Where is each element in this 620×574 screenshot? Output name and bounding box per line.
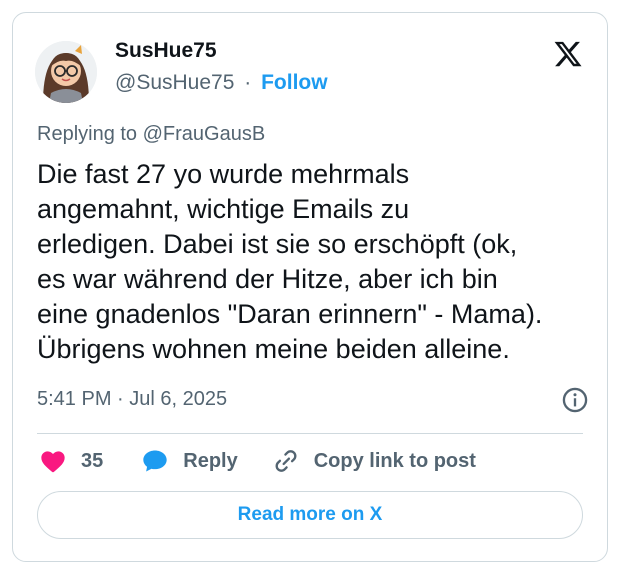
tweet-text-line: Übrigens wohnen meine beiden alleine. — [37, 334, 510, 364]
x-logo-icon[interactable] — [553, 39, 583, 69]
heart-icon — [41, 451, 65, 473]
separator-dot: · — [244, 71, 252, 94]
tweet-text-line: angemahnt, wichtige Emails zu — [37, 194, 410, 224]
copy-link-label: Copy link to post — [313, 449, 476, 472]
like-button[interactable]: 35 — [39, 447, 103, 475]
reply-label: Reply — [183, 449, 238, 472]
copy-link-button[interactable]: Copy link to post — [272, 447, 476, 475]
tweet-text: Die fast 27 yo wurde mehrmals angemahnt,… — [37, 157, 597, 367]
avatar[interactable] — [35, 41, 97, 103]
tweet-text-line: eine gnadenlos "Daran erinnern" - Mama). — [37, 299, 543, 329]
reply-button[interactable]: Reply — [141, 447, 238, 475]
reply-mention-link[interactable]: @FrauGausB — [143, 123, 266, 145]
link-icon — [275, 450, 297, 472]
read-more-button[interactable]: Read more on X — [37, 491, 583, 539]
tweet-timestamp[interactable]: 5:41 PM · Jul 6, 2025 — [37, 388, 227, 411]
author-handle[interactable]: @SusHue75 — [115, 71, 234, 94]
tweet-text-line: es war während der Hitze, aber ich bin — [37, 264, 498, 294]
like-count: 35 — [81, 449, 104, 472]
divider — [37, 433, 583, 434]
author-handle-row: @SusHue75 · Follow — [115, 71, 328, 95]
info-icon[interactable] — [561, 386, 589, 414]
replying-to: Replying to @FrauGausB — [37, 123, 265, 146]
replying-prefix: Replying to — [37, 123, 143, 145]
follow-button[interactable]: Follow — [261, 71, 328, 94]
tweet-text-line: erledigen. Dabei ist sie so erschöpft (o… — [37, 229, 518, 259]
tweet-card: SusHue75 @SusHue75 · Follow Replying to … — [12, 12, 608, 562]
action-bar: 35 Reply Copy link to post — [39, 447, 476, 475]
avatar-image — [35, 41, 97, 103]
tweet-text-line: Die fast 27 yo wurde mehrmals — [37, 159, 410, 189]
speech-bubble-icon — [143, 450, 167, 472]
author-display-name[interactable]: SusHue75 — [115, 39, 217, 63]
